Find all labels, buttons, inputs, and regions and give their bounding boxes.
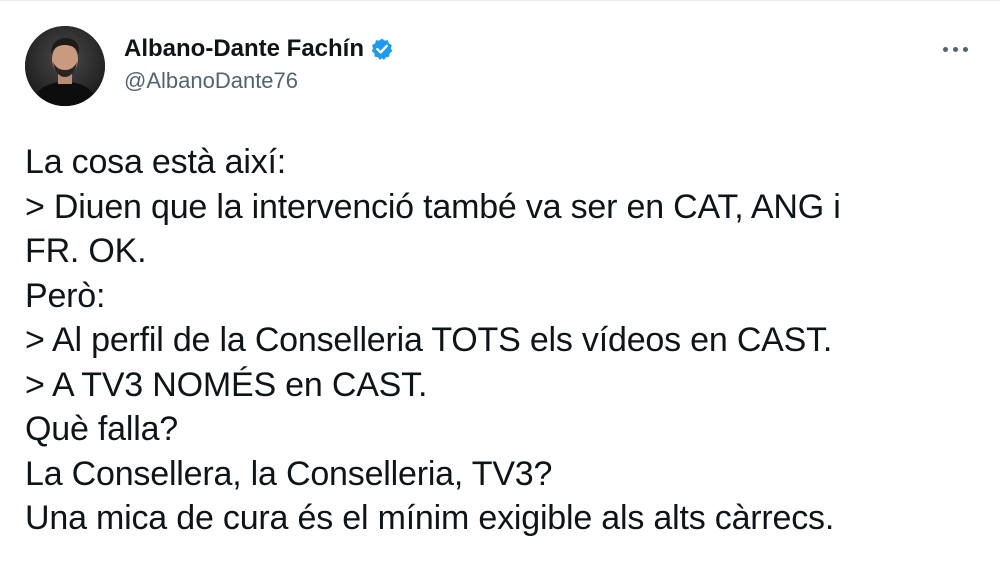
more-horizontal-icon-dot [952, 46, 958, 52]
tweet-line: La cosa està així: [25, 143, 286, 181]
person-avatar-icon [25, 26, 105, 106]
tweet-line: > A TV3 NOMÉS en CAST. [25, 365, 428, 404]
author-display-name[interactable]: Albano-Dante Fachín [124, 35, 364, 63]
avatar[interactable] [25, 26, 105, 106]
author-handle[interactable]: @AlbanoDante76 [124, 68, 394, 94]
author-names: Albano-Dante Fachín @AlbanoDante76 [124, 34, 394, 94]
more-horizontal-icon [942, 46, 948, 52]
tweet-line: Què falla? [25, 410, 178, 448]
tweet-line: FR. OK. [25, 232, 147, 270]
tweet-card: Albano-Dante Fachín @AlbanoDante76 La co… [0, 0, 1000, 567]
tweet-line: Una mica de cura és el mínim exigible al… [25, 499, 835, 537]
tweet-line: La Consellera, la Conselleria, TV3? [25, 454, 553, 493]
tweet-line: > Diuen que la intervenció també va ser … [25, 187, 841, 226]
tweet-line: Però: [25, 276, 106, 315]
tweet-text: La cosa està així: > Diuen que la interv… [25, 140, 985, 541]
verified-badge-icon [370, 37, 394, 61]
tweet-line: > Al perfil de la Conselleria TOTS els v… [25, 321, 833, 359]
tweet-header: Albano-Dante Fachín @AlbanoDante76 [25, 24, 975, 108]
display-name-row: Albano-Dante Fachín [124, 34, 394, 64]
more-options-button[interactable] [935, 34, 975, 64]
more-horizontal-icon-dot [962, 46, 968, 52]
